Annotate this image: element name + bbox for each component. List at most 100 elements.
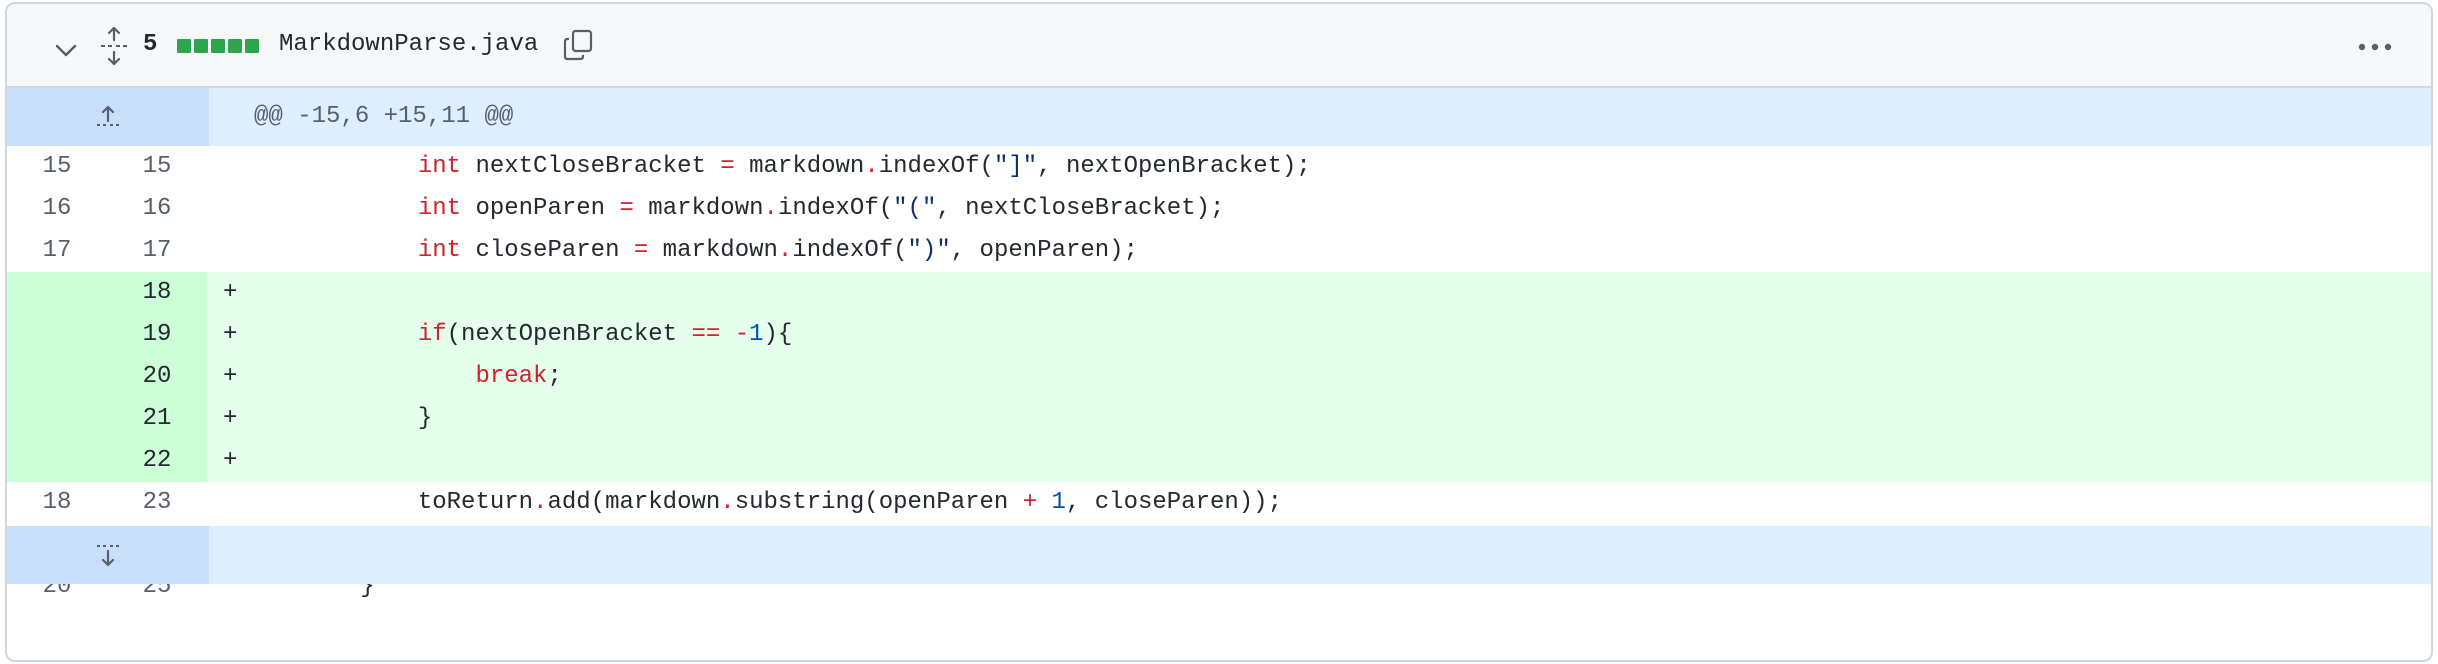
diff-line-added: 19 + if(nextOpenBracket == -1){ (7, 314, 2431, 356)
code-text: markdown (633, 195, 764, 222)
diff-marker: + (223, 363, 238, 390)
code-line: int nextCloseBracket = markdown.indexOf(… (207, 146, 2431, 188)
code-line: + } (207, 398, 2431, 440)
code-line: int openParen = markdown.indexOf("(", ne… (207, 188, 2431, 230)
copy-icon[interactable] (561, 28, 595, 62)
new-line-number[interactable]: 20 (107, 356, 207, 398)
old-line-number[interactable]: 17 (7, 230, 107, 272)
code-text: (nextOpenBracket (446, 321, 692, 348)
code-text: indexOf( (777, 195, 894, 222)
diffstat-block (228, 39, 242, 53)
new-line-number[interactable]: 16 (107, 188, 207, 230)
hunk-header-row: @@ -15,6 +15,11 @@ (7, 88, 2431, 146)
code-number: 1 (1051, 489, 1066, 516)
new-line-number[interactable]: 17 (107, 230, 207, 272)
diff-line-added: 20 + break; (7, 356, 2431, 398)
code-text: , nextCloseBracket); (936, 195, 1225, 222)
old-line-number (7, 272, 107, 314)
change-count: 5 (143, 31, 158, 58)
code-operator: . (864, 153, 879, 180)
code-text: indexOf( (878, 153, 994, 180)
expand-bottom-fill (209, 526, 2431, 584)
code-text: substring(openParen (734, 489, 1023, 516)
code-line: toReturn.add(markdown.substring(openPare… (207, 482, 2431, 524)
code-operator: + (1022, 489, 1038, 516)
kebab-horizontal-icon[interactable] (2355, 30, 2395, 64)
code-line: + break; (207, 356, 2431, 398)
code-line: + (207, 440, 2431, 482)
code-operator: = (619, 195, 634, 222)
code-text: add(markdown (547, 489, 721, 516)
code-keyword: int (417, 153, 462, 180)
file-name-link[interactable]: MarkdownParse.java (279, 31, 538, 58)
code-text: nextCloseBracket (461, 153, 721, 180)
code-string: "]" (993, 153, 1038, 180)
code-text: ; (547, 363, 562, 390)
code-operator: . (533, 489, 548, 516)
code-text: , closeParen)); (1065, 489, 1282, 516)
code-text: markdown (648, 237, 778, 264)
code-text: , openParen); (950, 237, 1138, 264)
old-line-number (7, 356, 107, 398)
code-text: } (417, 405, 433, 432)
new-line-number[interactable]: 19 (107, 314, 207, 356)
code-text: closeParen (461, 237, 634, 264)
diffstat-block (194, 39, 208, 53)
code-line: + (207, 272, 2431, 314)
code-operator: . (720, 489, 735, 516)
code-text: , nextOpenBracket); (1037, 153, 1311, 180)
diff-line: 18 23 toReturn.add(markdown.substring(op… (7, 482, 2431, 524)
code-operator: == (691, 321, 721, 348)
file-header: 5 MarkdownParse.java (7, 4, 2431, 88)
diff-marker: + (223, 321, 238, 348)
new-line-number[interactable]: 15 (107, 146, 207, 188)
code-text: ){ (763, 321, 793, 348)
diff-line-added: 22 + (7, 440, 2431, 482)
code-operator: . (777, 237, 793, 264)
diff-marker: + (223, 279, 238, 306)
old-line-number[interactable]: 15 (7, 146, 107, 188)
code-keyword: int (417, 237, 462, 264)
diffstat-block (245, 39, 259, 53)
hunk-header: @@ -15,6 +15,11 @@ (209, 88, 2431, 146)
fold-down-icon[interactable] (7, 526, 209, 584)
old-line-number (7, 440, 107, 482)
unfold-icon[interactable] (97, 26, 131, 66)
new-line-number[interactable]: 22 (107, 440, 207, 482)
diff-line: 15 15 int nextCloseBracket = markdown.in… (7, 146, 2431, 188)
old-line-number[interactable]: 18 (7, 482, 107, 524)
diffstat-block (177, 39, 191, 53)
code-keyword: if (417, 321, 447, 348)
code-text: openParen (461, 195, 620, 222)
diff-marker (223, 482, 245, 524)
code-operator: = (633, 237, 649, 264)
old-line-number (7, 398, 107, 440)
new-line-number[interactable]: 23 (107, 482, 207, 524)
code-line: int closeParen = markdown.indexOf(")", o… (207, 230, 2431, 272)
chevron-down-icon[interactable] (49, 34, 83, 68)
diff-file: 5 MarkdownParse.java @@ -15,6 +15,11 @@ … (5, 2, 2433, 662)
code-operator: = (720, 153, 735, 180)
diff-marker: + (223, 447, 238, 474)
code-number: 1 (749, 321, 764, 348)
code-line: + if(nextOpenBracket == -1){ (207, 314, 2431, 356)
old-line-number[interactable]: 16 (7, 188, 107, 230)
diff-line: 16 16 int openParen = markdown.indexOf("… (7, 188, 2431, 230)
code-string: "(" (893, 195, 937, 222)
code-string: ")" (907, 237, 951, 264)
new-line-number[interactable]: 21 (107, 398, 207, 440)
code-keyword: int (417, 195, 462, 222)
fold-up-icon[interactable] (7, 88, 209, 146)
diffstat-block (211, 39, 225, 53)
code-operator: - (734, 321, 750, 348)
diff-marker (223, 146, 245, 188)
new-line-number[interactable]: 18 (107, 272, 207, 314)
diff-marker (223, 188, 245, 230)
